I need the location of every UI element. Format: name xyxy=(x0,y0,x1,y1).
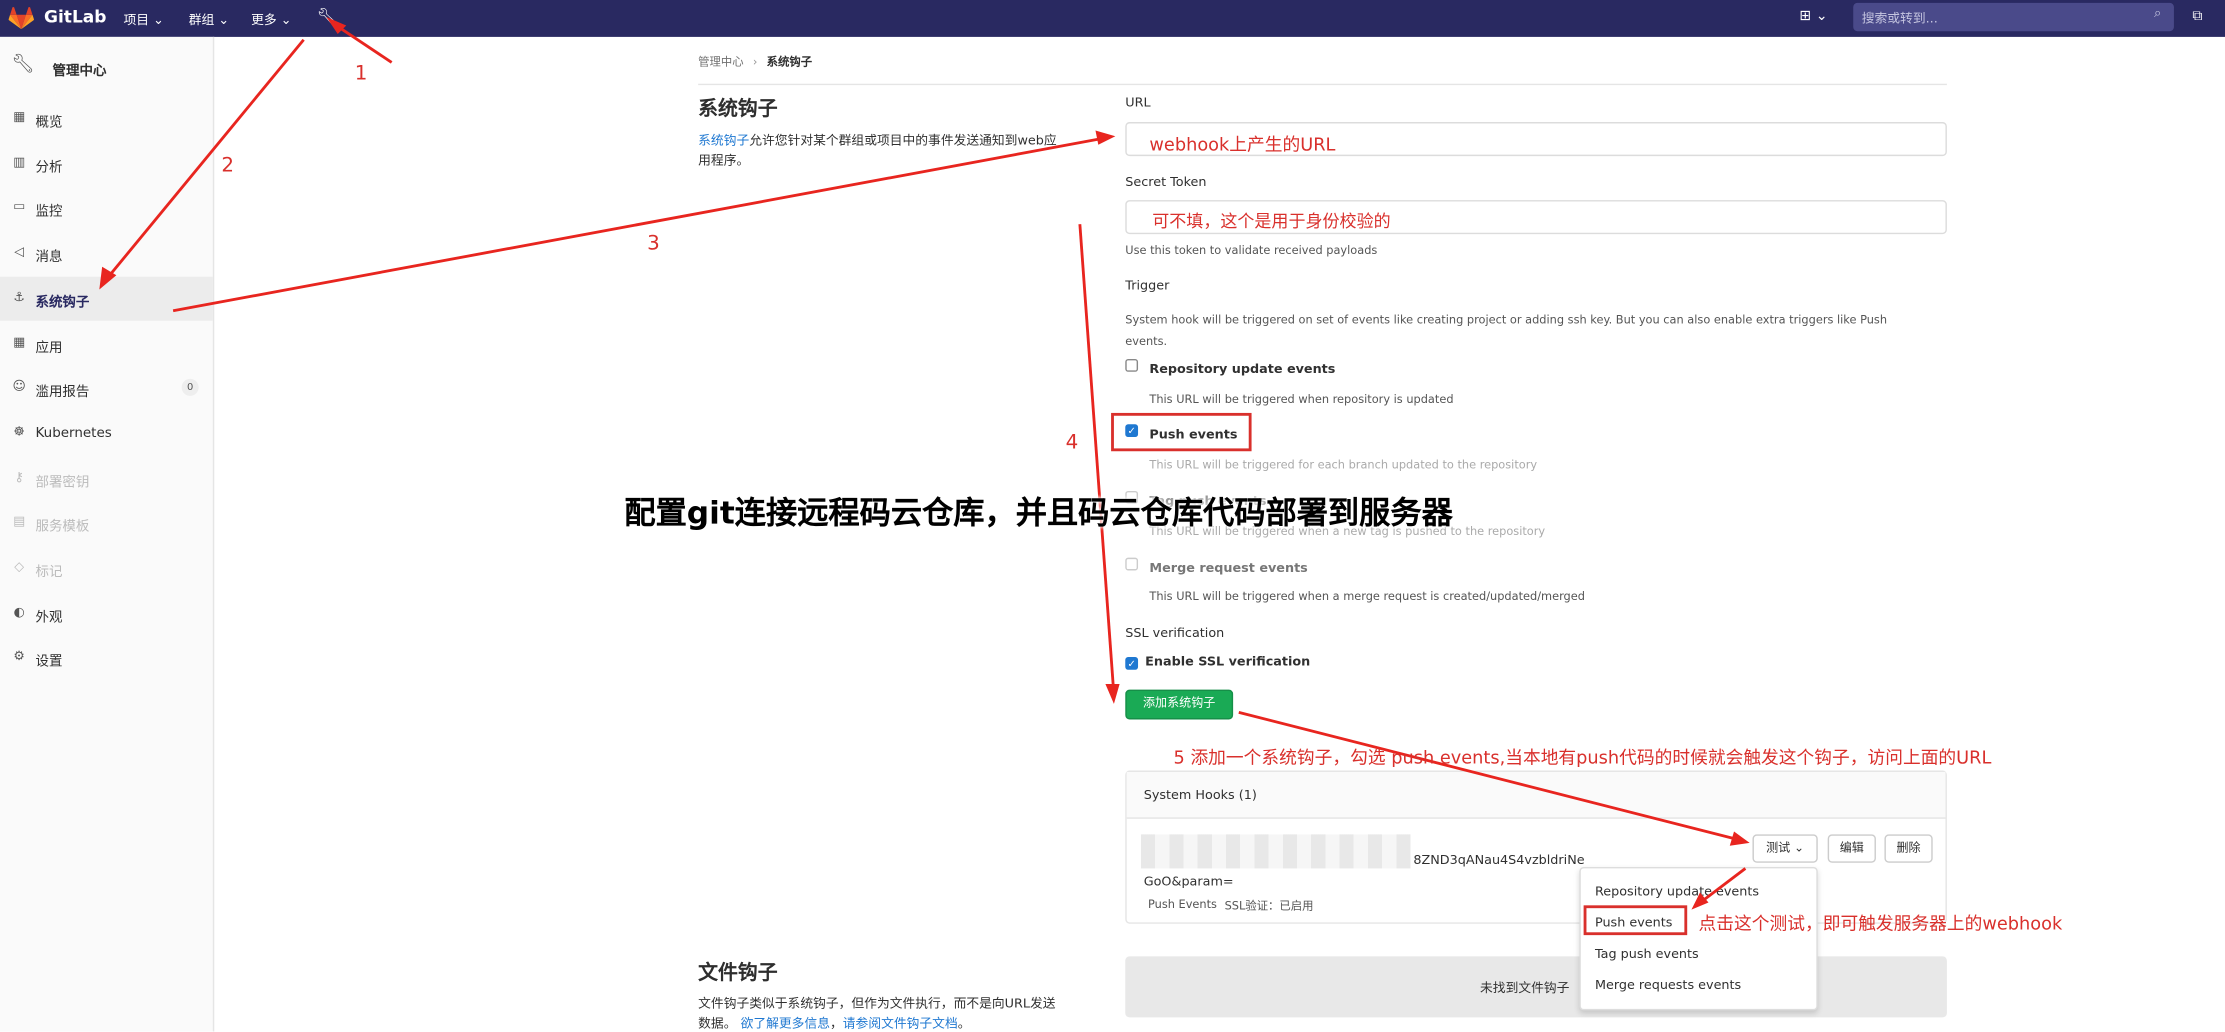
arrow-3 xyxy=(172,136,1108,313)
annotation-4: 4 xyxy=(1065,431,1079,455)
arrow-6 xyxy=(1697,867,1747,906)
annotation-step5: 5 添加一个系统钩子，勾选 push events,当本地有push代码的时候就… xyxy=(1173,746,1992,768)
arrow-5 xyxy=(1238,710,1741,842)
arrow-4 xyxy=(1078,224,1116,696)
annotation-1: 1 xyxy=(354,62,368,86)
annotation-click-tip: 点击这个测试，即可触发服务器上的webhook xyxy=(1698,912,2063,934)
annotation-2: 2 xyxy=(221,154,235,178)
annotation-3: 3 xyxy=(647,232,660,256)
overlay-title: 配置git连接远程码云仓库，并且码云仓库代码部署到服务器 xyxy=(624,496,1453,533)
arrow-2 xyxy=(103,38,305,282)
